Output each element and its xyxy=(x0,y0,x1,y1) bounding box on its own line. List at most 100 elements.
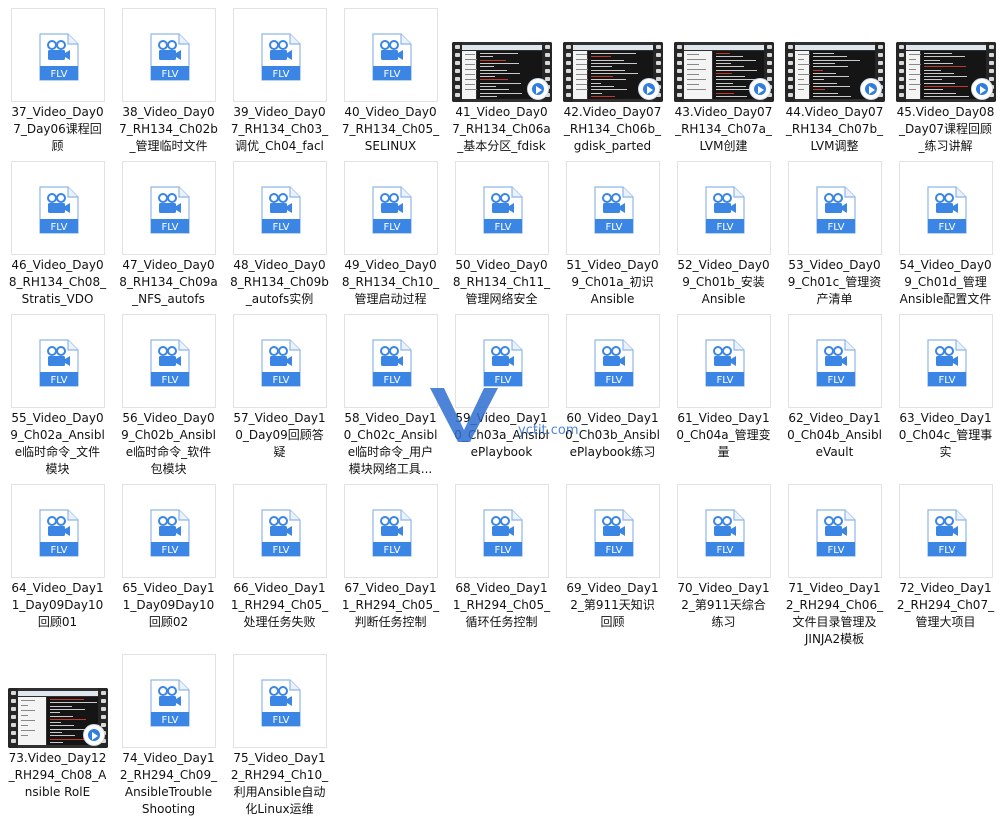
file-thumbnail: FLV xyxy=(344,161,438,255)
flv-type-label: FLV xyxy=(272,222,289,233)
file-thumbnail: FLV xyxy=(11,8,105,102)
file-thumbnail: FLV xyxy=(455,314,549,408)
flv-type-label: FLV xyxy=(938,545,955,556)
flv-type-label: FLV xyxy=(50,545,67,556)
video-thumbnail xyxy=(896,42,996,102)
flv-file-icon: FLV xyxy=(261,679,301,727)
flv-file-icon: FLV xyxy=(150,33,190,81)
flv-type-label: FLV xyxy=(161,715,178,726)
file-thumbnail: FLV xyxy=(677,484,771,578)
flv-type-label: FLV xyxy=(383,69,400,80)
flv-file-icon: FLV xyxy=(39,509,79,557)
file-name: 49_Video_Day0 8_RH134_Ch10_ 管理启动过程 xyxy=(341,258,440,306)
flv-file-icon: FLV xyxy=(150,679,190,727)
film-strip xyxy=(785,42,795,102)
file-name: 41_Video_Day0 7_RH134_Ch06a _基本分区_fdisk xyxy=(452,105,551,153)
play-badge-icon xyxy=(971,78,993,100)
file-name: 52_Video_Day0 9_Ch01b_安装 Ansible xyxy=(677,258,770,306)
file-name: 37_Video_Day0 7_Day06课程回 顾 xyxy=(11,105,104,153)
flv-type-label: FLV xyxy=(50,375,67,386)
file-name: 61_Video_Day1 0_Ch04a_管理变 量 xyxy=(676,411,771,459)
film-strip xyxy=(452,42,462,102)
file-name: 69_Video_Day1 2_第911天知识 回顾 xyxy=(566,581,659,629)
file-thumbnail: FLV xyxy=(899,161,993,255)
play-badge-icon xyxy=(860,78,882,100)
flv-file-icon: FLV xyxy=(150,186,190,234)
flv-type-label: FLV xyxy=(383,545,400,556)
file-thumbnail: FLV xyxy=(122,161,216,255)
flv-file-icon: FLV xyxy=(261,339,301,387)
film-strip xyxy=(563,42,573,102)
file-name: 48_Video_Day0 8_RH134_Ch09b _autofs实例 xyxy=(230,258,329,306)
flv-type-label: FLV xyxy=(827,545,844,556)
file-thumbnail: FLV xyxy=(233,484,327,578)
file-thumbnail: FLV xyxy=(899,314,993,408)
file-name: 64_Video_Day1 1_Day09Day10 回顾01 xyxy=(11,581,104,629)
flv-file-icon: FLV xyxy=(705,339,745,387)
file-name: 44.Video_Day07 _RH134_Ch07b_ LVM调整 xyxy=(785,105,884,153)
video-thumbnail xyxy=(674,42,774,102)
flv-file-icon: FLV xyxy=(927,509,967,557)
file-thumbnail: FLV xyxy=(11,484,105,578)
file-name: 73.Video_Day12 _RH294_Ch08_A nsible RolE xyxy=(8,751,107,799)
file-thumbnail: FLV xyxy=(233,314,327,408)
file-thumbnail: FLV xyxy=(455,484,549,578)
flv-type-label: FLV xyxy=(605,545,622,556)
flv-type-label: FLV xyxy=(272,375,289,386)
flv-file-icon: FLV xyxy=(927,339,967,387)
file-thumbnail: FLV xyxy=(566,161,660,255)
file-name: 54_Video_Day0 9_Ch01d_管理 Ansible配置文件 xyxy=(899,258,992,306)
file-name: 58_Video_Day1 0_Ch02c_Ansibl e临时命令_用户 模块… xyxy=(343,411,438,476)
file-name: 50_Video_Day0 8_RH134_Ch11_ 管理网络安全 xyxy=(452,258,551,306)
file-thumbnail: FLV xyxy=(899,484,993,578)
file-thumbnail: FLV xyxy=(122,314,216,408)
file-thumbnail: FLV xyxy=(122,654,216,748)
file-name: 45.Video_Day08 _Day07课程回顾 _练习讲解 xyxy=(896,105,995,153)
file-name: 56_Video_Day0 9_Ch02b_Ansibl e临时命令_软件 包模… xyxy=(121,411,216,476)
flv-type-label: FLV xyxy=(383,375,400,386)
flv-file-icon: FLV xyxy=(927,186,967,234)
file-name: 67_Video_Day1 1_RH294_Ch05_ 判断任务控制 xyxy=(341,581,440,629)
flv-file-icon: FLV xyxy=(372,339,412,387)
file-thumbnail: FLV xyxy=(233,654,327,748)
file-name: 39_Video_Day0 7_RH134_Ch03_ 调优_Ch04_facl xyxy=(230,105,329,153)
flv-type-label: FLV xyxy=(272,69,289,80)
file-thumbnail: FLV xyxy=(788,314,882,408)
flv-file-icon: FLV xyxy=(150,339,190,387)
file-thumbnail: FLV xyxy=(11,161,105,255)
video-thumbnail xyxy=(785,42,885,102)
flv-type-label: FLV xyxy=(605,375,622,386)
file-name: 75_Video_Day1 2_RH294_Ch10_ 利用Ansible自动 … xyxy=(230,751,329,816)
flv-type-label: FLV xyxy=(50,69,67,80)
file-name: 70_Video_Day1 2_第911天综合 练习 xyxy=(677,581,770,629)
file-thumbnail: FLV xyxy=(455,161,549,255)
file-name: 65_Video_Day1 1_Day09Day10 回顾02 xyxy=(122,581,215,629)
flv-type-label: FLV xyxy=(272,715,289,726)
file-thumbnail: FLV xyxy=(677,161,771,255)
file-thumbnail: FLV xyxy=(122,8,216,102)
flv-file-icon: FLV xyxy=(594,509,634,557)
flv-type-label: FLV xyxy=(161,545,178,556)
file-name: 38_Video_Day0 7_RH134_Ch02b _管理临时文件 xyxy=(119,105,218,153)
play-badge-icon xyxy=(638,78,660,100)
file-name: 62_Video_Day1 0_Ch04b_Ansibl eVault xyxy=(787,411,882,459)
flv-file-icon: FLV xyxy=(483,339,523,387)
file-name: 57_Video_Day1 0_Day09回顾答 疑 xyxy=(233,411,326,459)
flv-file-icon: FLV xyxy=(372,186,412,234)
film-strip xyxy=(674,42,684,102)
flv-file-icon: FLV xyxy=(816,509,856,557)
flv-file-icon: FLV xyxy=(372,509,412,557)
flv-type-label: FLV xyxy=(50,222,67,233)
file-name: 72_Video_Day1 2_RH294_Ch07_ 管理大项目 xyxy=(896,581,995,629)
flv-file-icon: FLV xyxy=(816,339,856,387)
file-name: 74_Video_Day1 2_RH294_Ch09_ AnsibleTroub… xyxy=(119,751,218,816)
flv-file-icon: FLV xyxy=(39,339,79,387)
file-name: 47_Video_Day0 8_RH134_Ch09a _NFS_autofs xyxy=(119,258,218,306)
file-thumbnail: FLV xyxy=(788,484,882,578)
flv-type-label: FLV xyxy=(161,69,178,80)
flv-file-icon: FLV xyxy=(39,186,79,234)
file-name: 63_Video_Day1 0_Ch04c_管理事 实 xyxy=(898,411,993,459)
flv-file-icon: FLV xyxy=(594,339,634,387)
flv-type-label: FLV xyxy=(494,222,511,233)
file-name: 42.Video_Day07 _RH134_Ch06b_ gdisk_parte… xyxy=(563,105,662,153)
